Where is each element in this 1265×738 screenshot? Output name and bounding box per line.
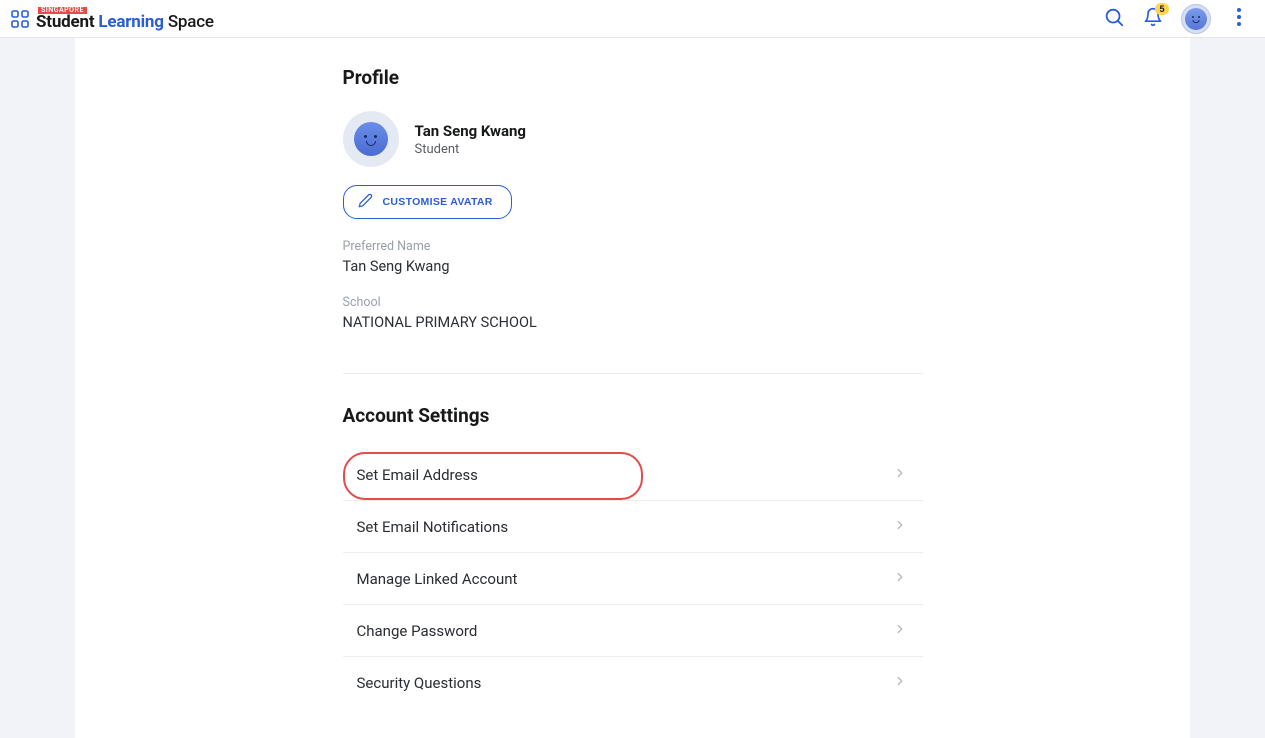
- customise-avatar-label: CUSTOMISE AVATAR: [383, 196, 493, 208]
- settings-item-label: Set Email Notifications: [357, 518, 509, 536]
- school-value: NATIONAL PRIMARY SCHOOL: [343, 314, 923, 331]
- brand-grid-icon: [10, 9, 30, 29]
- chevron-right-icon: [893, 517, 907, 536]
- avatar-icon: [354, 122, 388, 156]
- settings-item-label: Manage Linked Account: [357, 570, 518, 588]
- profile-avatar-button[interactable]: [1181, 4, 1211, 34]
- kebab-icon: [1237, 8, 1241, 29]
- account-section-title: Account Settings: [343, 404, 923, 427]
- search-icon: [1103, 6, 1125, 31]
- account-settings-list: Set Email Address Set Email Notification…: [343, 449, 923, 708]
- settings-item-change-password[interactable]: Change Password: [343, 605, 923, 657]
- chevron-right-icon: [893, 569, 907, 588]
- brand-name: Student Learning Space: [36, 14, 214, 31]
- section-divider: [343, 373, 923, 374]
- notification-badge: 5: [1155, 3, 1169, 15]
- preferred-name-field: Preferred Name Tan Seng Kwang: [343, 239, 923, 275]
- preferred-name-value: Tan Seng Kwang: [343, 258, 923, 275]
- settings-item-security-questions[interactable]: Security Questions: [343, 657, 923, 708]
- profile-avatar: [343, 111, 399, 167]
- chevron-right-icon: [893, 465, 907, 484]
- avatar-icon: [1185, 8, 1207, 30]
- more-menu-button[interactable]: [1229, 8, 1249, 29]
- chevron-right-icon: [893, 673, 907, 692]
- pencil-icon: [358, 193, 373, 211]
- settings-item-email-address[interactable]: Set Email Address: [343, 449, 923, 501]
- chevron-right-icon: [893, 621, 907, 640]
- notifications-button[interactable]: 5: [1143, 7, 1163, 30]
- customise-avatar-button[interactable]: CUSTOMISE AVATAR: [343, 185, 512, 219]
- main-panel: Profile Tan Seng Kwang Student CUSTOM: [75, 38, 1190, 738]
- settings-item-label: Security Questions: [357, 674, 482, 692]
- header-actions: 5: [1103, 4, 1249, 34]
- profile-section-title: Profile: [343, 66, 923, 89]
- profile-identity: Tan Seng Kwang Student: [343, 111, 923, 167]
- school-label: School: [343, 295, 923, 310]
- search-button[interactable]: [1103, 6, 1125, 31]
- settings-item-linked-account[interactable]: Manage Linked Account: [343, 553, 923, 605]
- app-header: SINGAPORE Student Learning Space 5: [0, 0, 1265, 38]
- brand-logo[interactable]: SINGAPORE Student Learning Space: [10, 7, 214, 31]
- settings-item-email-notifications[interactable]: Set Email Notifications: [343, 501, 923, 553]
- school-field: School NATIONAL PRIMARY SCHOOL: [343, 295, 923, 331]
- preferred-name-label: Preferred Name: [343, 239, 923, 254]
- page-body: Profile Tan Seng Kwang Student CUSTOM: [0, 38, 1265, 738]
- profile-role: Student: [415, 142, 527, 157]
- settings-item-label: Set Email Address: [357, 466, 478, 484]
- profile-name: Tan Seng Kwang: [415, 122, 527, 140]
- settings-item-label: Change Password: [357, 622, 478, 640]
